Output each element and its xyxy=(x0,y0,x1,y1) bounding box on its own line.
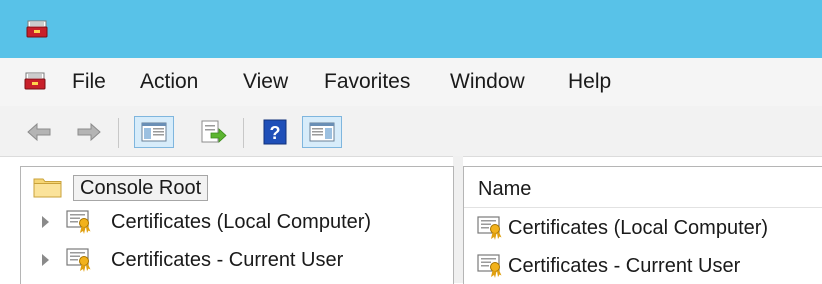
menu-window[interactable]: Window xyxy=(450,70,525,94)
toolbar: ? xyxy=(0,106,822,157)
list-item-label: Certificates - Current User xyxy=(508,255,741,277)
back-arrow-icon[interactable] xyxy=(24,119,54,145)
mmc-toolbox-icon[interactable] xyxy=(26,20,48,38)
show-hide-action-pane-icon[interactable] xyxy=(302,116,342,148)
tree-item-label: Certificates (Local Computer) xyxy=(111,211,372,233)
certificate-icon xyxy=(65,247,93,273)
list-item-certificates-current-user[interactable]: Certificates - Current User xyxy=(464,249,822,283)
toolbar-separator xyxy=(118,118,119,148)
tree-item-certificates-current-user[interactable]: Certificates - Current User xyxy=(21,245,441,277)
menu-bar: File Action View Favorites Window Help xyxy=(0,58,822,106)
certificate-icon xyxy=(65,209,93,235)
svg-text:?: ? xyxy=(270,123,281,143)
menu-help[interactable]: Help xyxy=(568,70,611,94)
tree-item-certificates-local-computer[interactable]: Certificates (Local Computer) xyxy=(21,207,441,239)
tree-root-label: Console Root xyxy=(73,175,209,201)
certificate-icon xyxy=(476,253,504,279)
tree-item-label: Certificates - Current User xyxy=(111,249,344,271)
menu-view[interactable]: View xyxy=(243,70,288,94)
pane-splitter[interactable] xyxy=(453,156,463,283)
mmc-toolbox-icon[interactable] xyxy=(24,72,46,90)
menu-file[interactable]: File xyxy=(72,70,106,94)
forward-arrow-icon[interactable] xyxy=(74,119,104,145)
menu-action[interactable]: Action xyxy=(140,70,198,94)
certificate-icon xyxy=(476,215,504,241)
column-header-label: Name xyxy=(478,178,532,200)
toolbar-separator xyxy=(243,118,244,148)
menu-favorites[interactable]: Favorites xyxy=(324,70,410,94)
expand-arrow-icon[interactable] xyxy=(42,216,49,228)
column-header-name[interactable]: Name xyxy=(464,167,822,208)
export-list-icon[interactable] xyxy=(198,119,228,145)
expand-arrow-icon[interactable] xyxy=(42,254,49,266)
show-hide-console-tree-icon[interactable] xyxy=(134,116,174,148)
folder-icon xyxy=(33,178,62,198)
help-icon[interactable]: ? xyxy=(260,119,290,145)
console-tree-pane: Console Root Certificates (Local Compute… xyxy=(20,166,454,284)
list-item-certificates-local-computer[interactable]: Certificates (Local Computer) xyxy=(464,211,822,245)
results-pane: Name Certificates (Local Computer) Certi… xyxy=(463,166,822,284)
list-item-label: Certificates (Local Computer) xyxy=(508,217,769,239)
title-bar xyxy=(0,0,822,58)
